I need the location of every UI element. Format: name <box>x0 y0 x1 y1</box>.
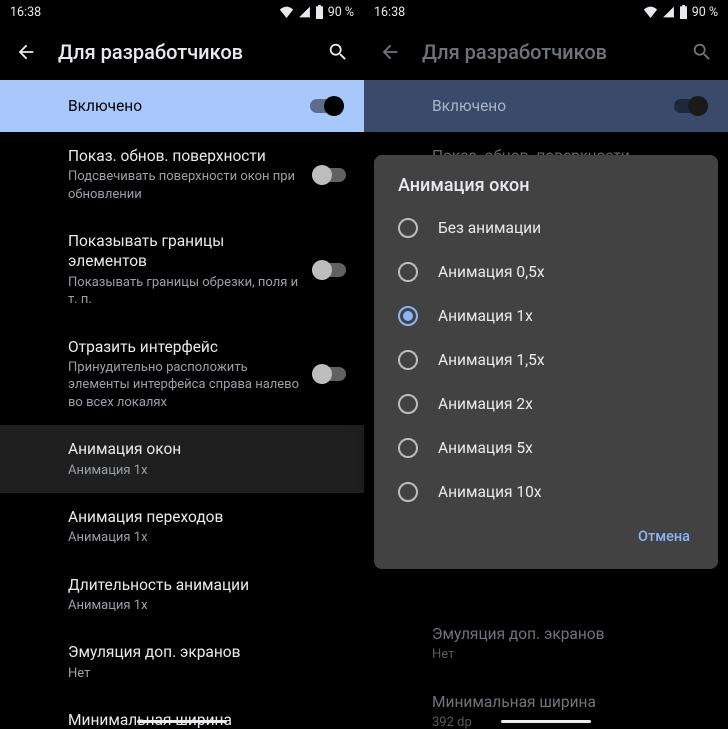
search-icon <box>327 41 349 63</box>
wifi-icon <box>279 6 294 18</box>
nav-pill[interactable] <box>137 720 227 723</box>
toggle-rtl-layout[interactable] <box>312 364 346 384</box>
item-title: Эмуляция доп. экранов <box>68 642 334 662</box>
item-title: Показывать границы элементов <box>68 231 300 271</box>
signal-icon <box>662 6 675 18</box>
item-window-animation[interactable]: Анимация окон Анимация 1x <box>0 425 364 493</box>
dialog-title: Анимация окон <box>382 175 710 206</box>
page-title: Для разработчиков <box>422 40 670 64</box>
option-2x[interactable]: Анимация 2x <box>382 382 710 426</box>
status-time: 16:38 <box>10 5 41 20</box>
option-label: Анимация 0,5x <box>438 263 545 281</box>
master-toggle-row: Включено <box>364 80 728 132</box>
option-5x[interactable]: Анимация 5x <box>382 426 710 470</box>
app-bar: Для разработчиков <box>364 24 728 80</box>
option-label: Анимация 10x <box>438 483 542 501</box>
battery-text: 90 % <box>328 5 354 20</box>
master-switch[interactable] <box>310 96 344 116</box>
item-title: Анимация окон <box>68 439 334 459</box>
option-10x[interactable]: Анимация 10x <box>382 470 710 514</box>
wifi-icon <box>643 6 658 18</box>
option-label: Анимация 1,5x <box>438 351 545 369</box>
toggle-layout-bounds[interactable] <box>312 260 346 280</box>
radio-icon <box>398 438 418 458</box>
item-smallest-width[interactable]: Минимальная ширина 392 dp <box>0 696 364 729</box>
signal-icon <box>298 6 311 18</box>
item-title: Эмуляция доп. экранов <box>432 624 698 644</box>
battery-icon <box>315 5 324 19</box>
nav-pill[interactable] <box>501 720 591 723</box>
item-subtitle: Нет <box>68 665 334 683</box>
radio-icon <box>398 482 418 502</box>
option-1x[interactable]: Анимация 1x <box>382 294 710 338</box>
item-title: Анимация переходов <box>68 507 334 527</box>
item-subtitle: Принудительно расположить элементы интер… <box>68 359 300 412</box>
master-toggle-row[interactable]: Включено <box>0 80 364 132</box>
phone-right: 16:38 90 % Для разработчиков Включено <box>364 0 728 729</box>
radio-icon <box>398 218 418 238</box>
item-title: Показ. обнов. поверхности <box>68 146 300 166</box>
master-toggle-label: Включено <box>68 97 310 115</box>
battery-text: 90 % <box>692 5 718 20</box>
back-button <box>376 38 404 66</box>
item-subtitle: Подсвечивать поверхности окон при обновл… <box>68 168 300 203</box>
option-label: Анимация 1x <box>438 307 533 325</box>
status-bar: 16:38 90 % <box>0 0 364 24</box>
master-switch <box>674 96 708 116</box>
item-rtl-layout[interactable]: Отразить интерфейс Принудительно располо… <box>0 323 364 426</box>
item-subtitle: Анимация 1x <box>68 529 334 547</box>
option-label: Анимация 5x <box>438 439 533 457</box>
option-05x[interactable]: Анимация 0,5x <box>382 250 710 294</box>
item-title: Длительность анимации <box>68 575 334 595</box>
search-button[interactable] <box>324 38 352 66</box>
battery-icon <box>679 5 688 19</box>
toggle-surface-updates[interactable] <box>312 165 346 185</box>
settings-list[interactable]: Включено Показ. обнов. поверхности Подсв… <box>0 80 364 729</box>
back-button[interactable] <box>12 38 40 66</box>
app-bar: Для разработчиков <box>0 24 364 80</box>
item-title: Отразить интерфейс <box>68 337 300 357</box>
item-secondary-displays: Эмуляция доп. экранов Нет <box>364 610 728 678</box>
item-title: Минимальная ширина <box>432 692 698 712</box>
item-animator-duration[interactable]: Длительность анимации Анимация 1x <box>0 561 364 629</box>
cancel-button[interactable]: Отмена <box>628 520 700 553</box>
option-label: Анимация 2x <box>438 395 533 413</box>
item-subtitle: Показывать границы обрезки, поля и т. п. <box>68 274 300 309</box>
item-transition-animation[interactable]: Анимация переходов Анимация 1x <box>0 493 364 561</box>
radio-icon <box>398 394 418 414</box>
option-no-animation[interactable]: Без анимации <box>382 206 710 250</box>
status-right: 90 % <box>643 5 718 20</box>
radio-icon <box>398 306 418 326</box>
option-label: Без анимации <box>438 219 541 237</box>
page-title: Для разработчиков <box>58 40 306 64</box>
radio-icon <box>398 262 418 282</box>
status-time: 16:38 <box>374 5 405 20</box>
item-secondary-displays[interactable]: Эмуляция доп. экранов Нет <box>0 628 364 696</box>
animation-scale-dialog: Анимация окон Без анимации Анимация 0,5x… <box>374 155 718 569</box>
search-icon <box>691 41 713 63</box>
back-arrow-icon <box>379 41 401 63</box>
item-subtitle: Нет <box>432 646 698 664</box>
item-surface-updates[interactable]: Показ. обнов. поверхности Подсвечивать п… <box>0 132 364 217</box>
item-layout-bounds[interactable]: Показывать границы элементов Показывать … <box>0 217 364 322</box>
search-button <box>688 38 716 66</box>
item-subtitle: Анимация 1x <box>68 597 334 615</box>
radio-icon <box>398 350 418 370</box>
item-subtitle: Анимация 1x <box>68 462 334 480</box>
phone-left: 16:38 90 % Для разработчиков Включено <box>0 0 364 729</box>
back-arrow-icon <box>15 41 37 63</box>
option-15x[interactable]: Анимация 1,5x <box>382 338 710 382</box>
status-bar: 16:38 90 % <box>364 0 728 24</box>
master-toggle-label: Включено <box>432 97 674 115</box>
status-right: 90 % <box>279 5 354 20</box>
